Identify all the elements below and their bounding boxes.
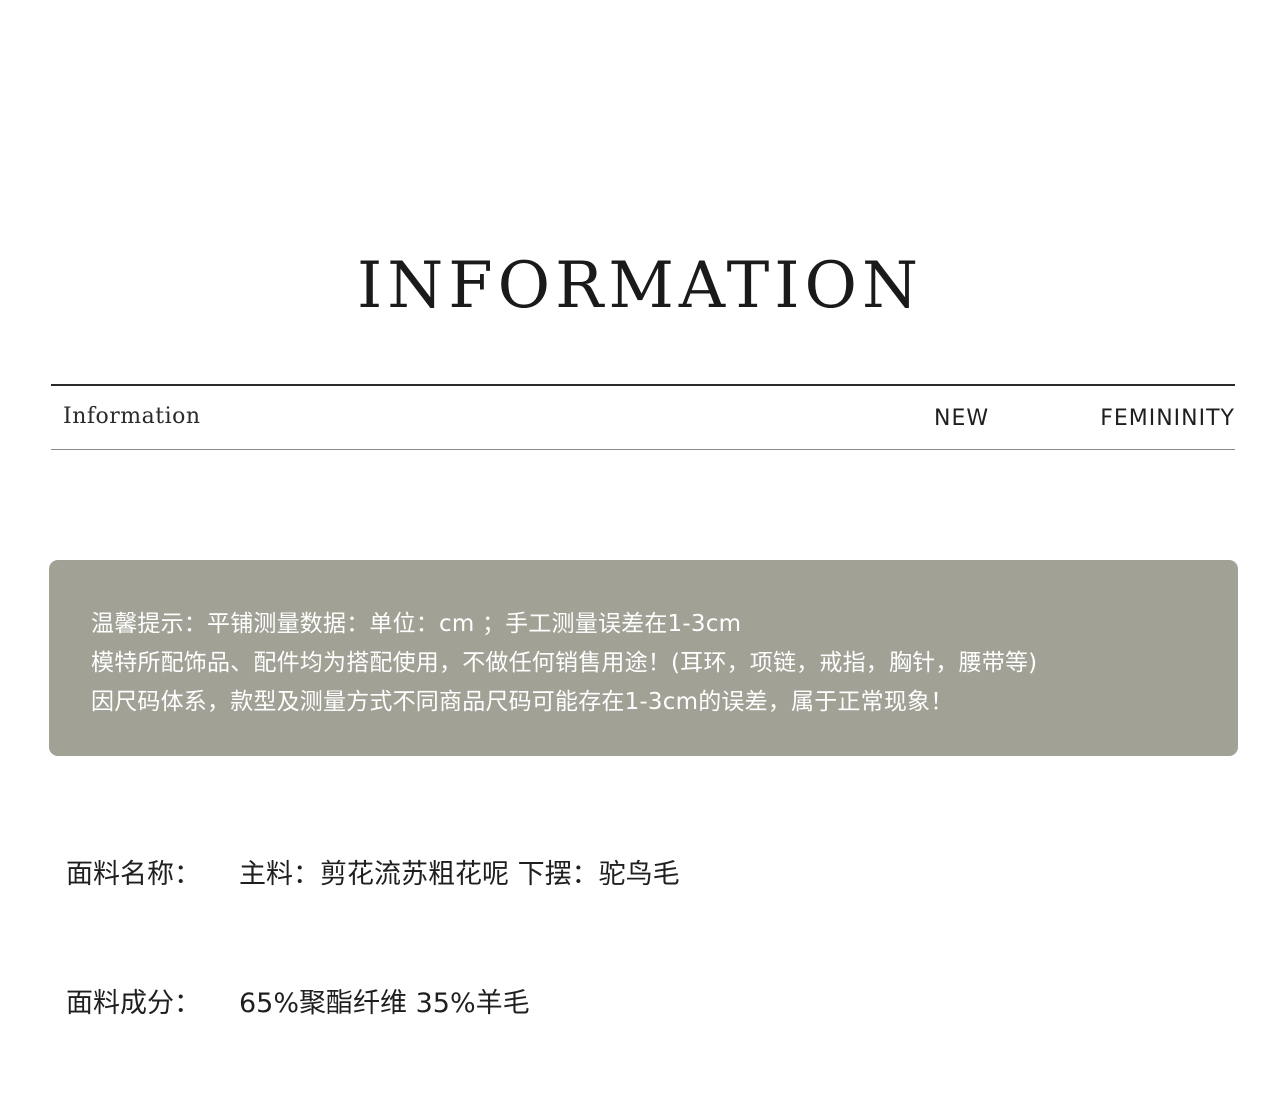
page-title: INFORMATION xyxy=(356,249,924,323)
tagline-femininity: FEMININITY xyxy=(1100,406,1235,431)
fabric-composition-row: 面料成分： 65%聚酯纤维 35%羊毛 xyxy=(66,981,530,1020)
top-divider xyxy=(51,384,1235,386)
notice-box: 温馨提示：平铺测量数据：单位：cm ；手工测量误差在1-3cm 模特所配饰品、配… xyxy=(49,560,1238,756)
section-label: Information xyxy=(63,404,201,429)
notice-line-measurement: 温馨提示：平铺测量数据：单位：cm ；手工测量误差在1-3cm xyxy=(91,611,742,637)
fabric-composition-value: 65%聚酯纤维 35%羊毛 xyxy=(239,988,530,1019)
notice-line-accessories: 模特所配饰品、配件均为搭配使用，不做任何销售用途！(耳环，项链，戒指，胸针，腰带… xyxy=(91,650,1038,676)
fabric-name-label: 面料名称： xyxy=(66,859,201,890)
tagline-new: NEW xyxy=(934,406,990,431)
fabric-composition-label: 面料成分： xyxy=(66,988,201,1019)
notice-line-size-difference: 因尺码体系，款型及测量方式不同商品尺码可能存在1-3cm的误差，属于正常现象！ xyxy=(91,689,954,715)
bottom-divider xyxy=(51,449,1235,450)
fabric-name-row: 面料名称： 主料：剪花流苏粗花呢 下摆：驼鸟毛 xyxy=(66,852,680,891)
fabric-name-value: 主料：剪花流苏粗花呢 下摆：驼鸟毛 xyxy=(239,859,680,890)
